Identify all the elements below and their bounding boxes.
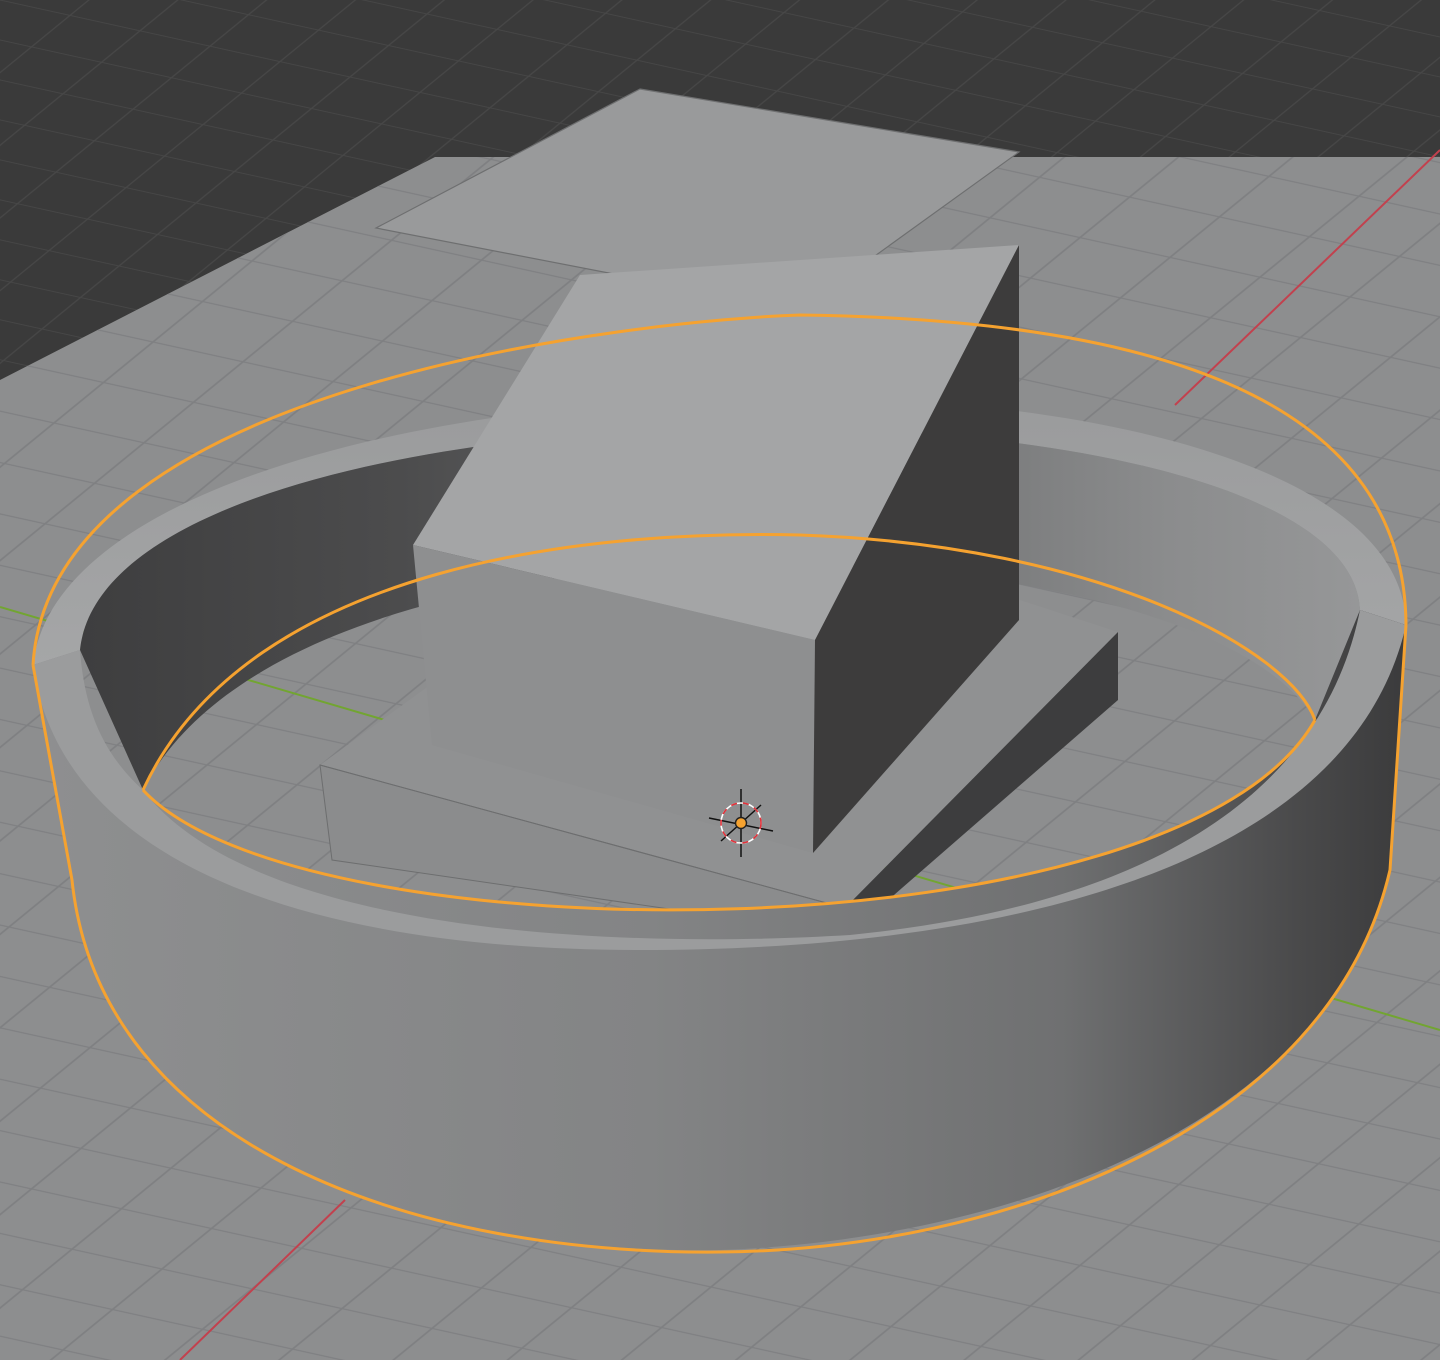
3d-viewport[interactable]: [0, 0, 1440, 1360]
origin-dot: [734, 816, 748, 830]
